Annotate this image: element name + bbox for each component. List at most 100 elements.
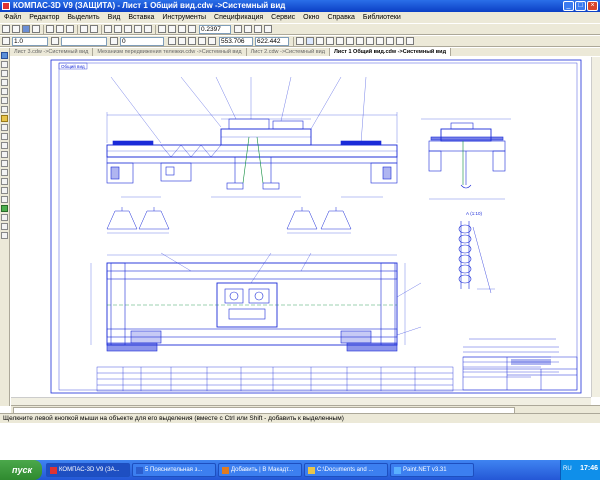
menu-insert[interactable]: Вставка bbox=[124, 12, 158, 23]
copy-icon[interactable] bbox=[56, 25, 64, 33]
insert-icon[interactable] bbox=[1, 142, 8, 149]
task-explanatory-note[interactable]: 5 Пояснительная з... bbox=[132, 463, 216, 477]
previous-view-icon[interactable] bbox=[254, 25, 262, 33]
drawing-canvas[interactable]: Общий вид А (1:10) bbox=[11, 57, 591, 397]
task-documents-folder[interactable]: C:\Documents and ... bbox=[304, 463, 388, 477]
menu-select[interactable]: Выделить bbox=[63, 12, 103, 23]
cursor-coords-icon[interactable] bbox=[208, 37, 216, 45]
zoom-out-icon[interactable] bbox=[178, 25, 186, 33]
vertical-scrollbar[interactable] bbox=[591, 57, 600, 397]
print-icon[interactable] bbox=[32, 25, 40, 33]
zoom-window-icon[interactable] bbox=[158, 25, 166, 33]
start-button[interactable]: пуск bbox=[0, 460, 42, 480]
layer-field[interactable]: 0 bbox=[120, 37, 164, 46]
associative-views-icon[interactable] bbox=[1, 115, 8, 122]
maximize-button[interactable]: □ bbox=[575, 1, 586, 11]
menu-edit[interactable]: Редактор bbox=[25, 12, 63, 23]
menu-libraries[interactable]: Библиотеки bbox=[359, 12, 405, 23]
parametrization-icon[interactable] bbox=[1, 88, 8, 95]
snap-center-icon[interactable] bbox=[356, 37, 364, 45]
tab-trolley-mechanism[interactable]: Механизм передвижения тележки.cdw ->Сист… bbox=[93, 48, 247, 56]
next-view-icon[interactable] bbox=[264, 25, 272, 33]
point-icon[interactable] bbox=[1, 187, 8, 194]
properties-icon[interactable] bbox=[104, 25, 112, 33]
task-add[interactable]: Добавить | В Макадт... bbox=[218, 463, 302, 477]
coord-x-field[interactable]: 553.706 bbox=[219, 37, 253, 46]
menu-help[interactable]: Справка bbox=[323, 12, 358, 23]
spline-icon[interactable] bbox=[1, 232, 8, 239]
coord-y-field[interactable]: 622.442 bbox=[255, 37, 289, 46]
selection-icon[interactable] bbox=[1, 106, 8, 113]
zoom-in-icon[interactable] bbox=[168, 25, 176, 33]
style-field[interactable]: 1.0 bbox=[12, 37, 48, 46]
menu-specification[interactable]: Спецификация bbox=[210, 12, 267, 23]
close-button[interactable]: × bbox=[587, 1, 598, 11]
auxiliary-line-icon[interactable] bbox=[1, 196, 8, 203]
round-off-icon[interactable] bbox=[296, 37, 304, 45]
layer-icon[interactable] bbox=[110, 37, 118, 45]
variables-icon[interactable] bbox=[124, 25, 132, 33]
menu-window[interactable]: Окно bbox=[299, 12, 323, 23]
dimensions-icon[interactable] bbox=[1, 61, 8, 68]
kompas-app-icon[interactable] bbox=[2, 2, 10, 10]
zoom-field[interactable]: 0.2397 bbox=[199, 25, 231, 34]
clock[interactable]: 17:46 bbox=[580, 465, 598, 472]
measure-icon[interactable] bbox=[134, 25, 142, 33]
segment-icon[interactable] bbox=[1, 160, 8, 167]
save-icon[interactable] bbox=[22, 25, 30, 33]
library-manager-icon[interactable] bbox=[114, 25, 122, 33]
snap-midpoint-icon[interactable] bbox=[366, 37, 374, 45]
task-paint-net[interactable]: Paint.NET v3.31 bbox=[390, 463, 474, 477]
undo-icon[interactable] bbox=[80, 25, 88, 33]
macro-icon[interactable] bbox=[1, 151, 8, 158]
new-document-icon[interactable] bbox=[2, 25, 10, 33]
reports-icon[interactable] bbox=[1, 133, 8, 140]
editing-icon[interactable] bbox=[1, 79, 8, 86]
help-icon[interactable] bbox=[144, 25, 152, 33]
geometry-icon[interactable] bbox=[1, 52, 8, 59]
ortho-icon[interactable] bbox=[178, 37, 186, 45]
language-indicator[interactable]: RU bbox=[563, 466, 572, 472]
pan-icon[interactable] bbox=[234, 25, 242, 33]
tab-sheet-3[interactable]: Лист 3.cdw ->Системный вид bbox=[10, 48, 94, 56]
view-field[interactable] bbox=[61, 37, 107, 46]
horizontal-scrollbar[interactable] bbox=[11, 397, 591, 405]
view-manager-icon[interactable] bbox=[51, 37, 59, 45]
menu-service[interactable]: Сервис bbox=[267, 12, 299, 23]
refresh-icon[interactable] bbox=[244, 25, 252, 33]
snap-angle-icon[interactable] bbox=[376, 37, 384, 45]
polyline-icon[interactable] bbox=[1, 223, 8, 230]
tab-sheet-2[interactable]: Лист 2.cdw ->Системный вид bbox=[247, 48, 330, 56]
task-kompas[interactable]: КОМПАС-3D V9 (ЗА... bbox=[46, 463, 130, 477]
cut-icon[interactable] bbox=[46, 25, 54, 33]
open-folder-icon[interactable] bbox=[12, 25, 20, 33]
hatch-icon[interactable] bbox=[1, 205, 8, 212]
measurements-icon[interactable] bbox=[1, 97, 8, 104]
redo-icon[interactable] bbox=[90, 25, 98, 33]
snap-icon[interactable] bbox=[198, 37, 206, 45]
menu-file[interactable]: Файл bbox=[0, 12, 25, 23]
menu-tools[interactable]: Инструменты bbox=[158, 12, 210, 23]
circle-icon[interactable] bbox=[1, 169, 8, 176]
style-icon[interactable] bbox=[2, 37, 10, 45]
edit-point-icon[interactable] bbox=[316, 37, 324, 45]
menu-view[interactable]: Вид bbox=[104, 12, 125, 23]
paste-icon[interactable] bbox=[66, 25, 74, 33]
rectangle-icon[interactable] bbox=[1, 214, 8, 221]
cursor-step-icon[interactable] bbox=[326, 37, 334, 45]
zoom-scale-icon[interactable] bbox=[188, 25, 196, 33]
symbols-icon[interactable] bbox=[1, 70, 8, 77]
grid-icon[interactable] bbox=[168, 37, 176, 45]
snap-nearest-icon[interactable] bbox=[336, 37, 344, 45]
select-icon[interactable] bbox=[306, 37, 314, 45]
snap-intersection-icon[interactable] bbox=[346, 37, 354, 45]
minimize-button[interactable]: _ bbox=[563, 1, 574, 11]
windows-taskbar: пуск КОМПАС-3D V9 (ЗА... 5 Пояснительная… bbox=[0, 460, 600, 480]
snap-tangent-icon[interactable] bbox=[386, 37, 394, 45]
arc-icon[interactable] bbox=[1, 178, 8, 185]
snap-alignment-icon[interactable] bbox=[406, 37, 414, 45]
snap-normal-icon[interactable] bbox=[396, 37, 404, 45]
specification-icon[interactable] bbox=[1, 124, 8, 131]
tab-sheet-1-general-view[interactable]: Лист 1 Общий вид.cdw ->Системный вид bbox=[329, 48, 452, 56]
local-cs-icon[interactable] bbox=[188, 37, 196, 45]
